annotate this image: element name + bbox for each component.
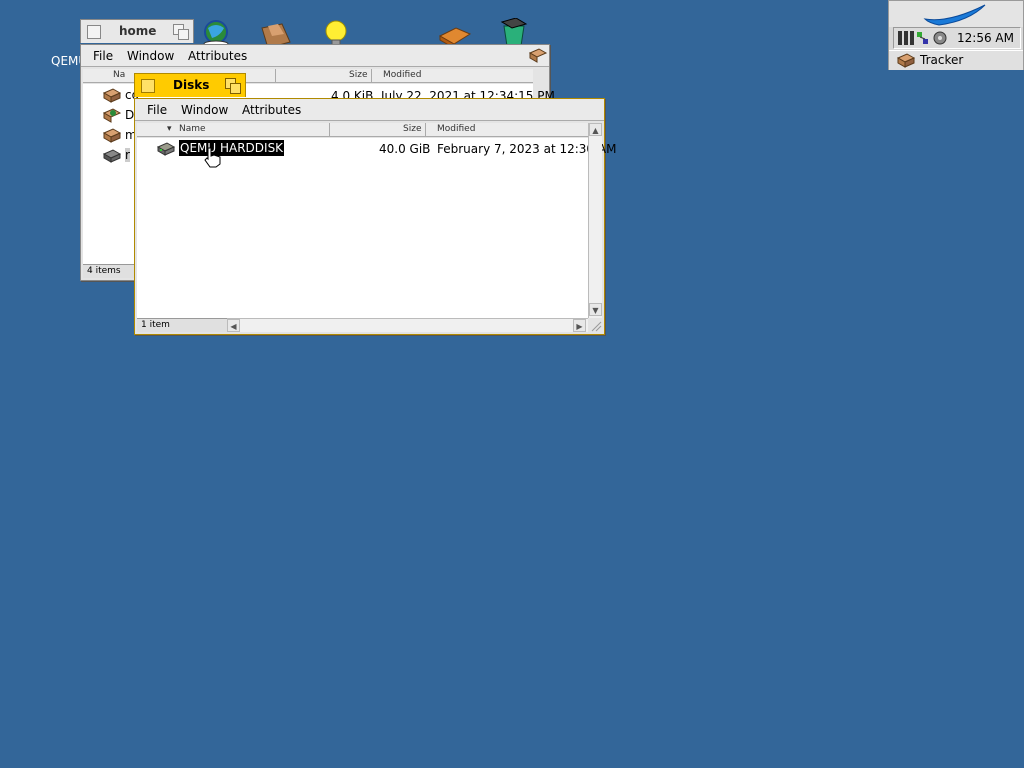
disks-window-tab[interactable]: Disks [134,73,246,97]
disks-col-modified[interactable]: Modified [437,124,475,134]
desktop-folder-icon [102,107,122,126]
scroll-left-arrow-icon[interactable]: ◀ [227,319,240,332]
home-col-size[interactable]: Size [349,70,367,80]
disks-window-title: Disks [173,78,210,92]
disks-zoom-button[interactable] [225,78,241,94]
disk-icon [102,147,122,166]
disks-horizontal-scrollbar[interactable]: ◀ ▶ [227,318,588,332]
home-menu-file[interactable]: File [93,49,113,63]
home-menubar: File Window Attributes [81,45,549,67]
folder-icon [102,87,122,106]
disks-menu-attributes[interactable]: Attributes [242,103,301,117]
scroll-down-arrow-icon[interactable]: ▼ [589,303,602,316]
disks-status-bar: 1 item [137,318,227,332]
tracker-icon [896,52,916,71]
hand-cursor-icon [202,146,224,171]
harddisk-icon [156,140,176,159]
deskbar: 12:56 AM Tracker [888,0,1024,70]
disks-sort-arrow-icon: ▾ [167,124,172,134]
folder-icon [102,127,122,146]
haiku-leaf-icon[interactable] [889,1,1023,27]
scroll-up-arrow-icon[interactable]: ▲ [589,123,602,136]
disks-item-count: 1 item [141,320,170,330]
disks-menu-file[interactable]: File [147,103,167,117]
home-col-name[interactable]: Na [113,70,125,80]
system-tray: 12:56 AM [893,27,1021,49]
disks-menu-window[interactable]: Window [181,103,228,117]
home-row-name: r [125,148,130,162]
resize-grip-icon[interactable] [588,318,602,332]
disks-column-header: ▾ Name Size Modified [137,123,588,137]
tracker-team-item[interactable]: Tracker [889,50,1023,70]
disks-row-name[interactable]: QEMU HARDDISK [179,140,285,156]
tracker-label: Tracker [920,53,964,67]
home-close-button[interactable] [87,25,101,39]
disks-window: File Window Attributes ▾ Name Size Modif… [134,98,616,335]
network-status-icon[interactable] [916,31,930,48]
disks-col-size[interactable]: Size [403,124,421,134]
home-row-name: D [125,108,135,122]
home-window-title: home [119,24,157,38]
disks-row-size: 40.0 GiB [379,142,431,156]
home-menu-attributes[interactable]: Attributes [188,49,247,63]
home-window-tab[interactable]: home [80,19,194,43]
media-server-icon[interactable] [932,30,948,49]
home-menu-window[interactable]: Window [127,49,174,63]
disks-col-name[interactable]: Name [179,124,206,134]
home-item-count: 4 items [87,266,121,276]
scroll-right-arrow-icon[interactable]: ▶ [573,319,586,332]
processor-meter-icon[interactable] [898,31,914,48]
home-zoom-button[interactable] [173,24,189,40]
disks-close-button[interactable] [141,79,155,93]
home-col-modified[interactable]: Modified [383,70,421,80]
home-parent-folder-icon[interactable] [528,47,548,66]
disks-vertical-scrollbar[interactable]: ▲ ▼ [588,123,602,318]
disks-menubar: File Window Attributes [135,99,604,121]
clock[interactable]: 12:56 AM [957,31,1014,45]
